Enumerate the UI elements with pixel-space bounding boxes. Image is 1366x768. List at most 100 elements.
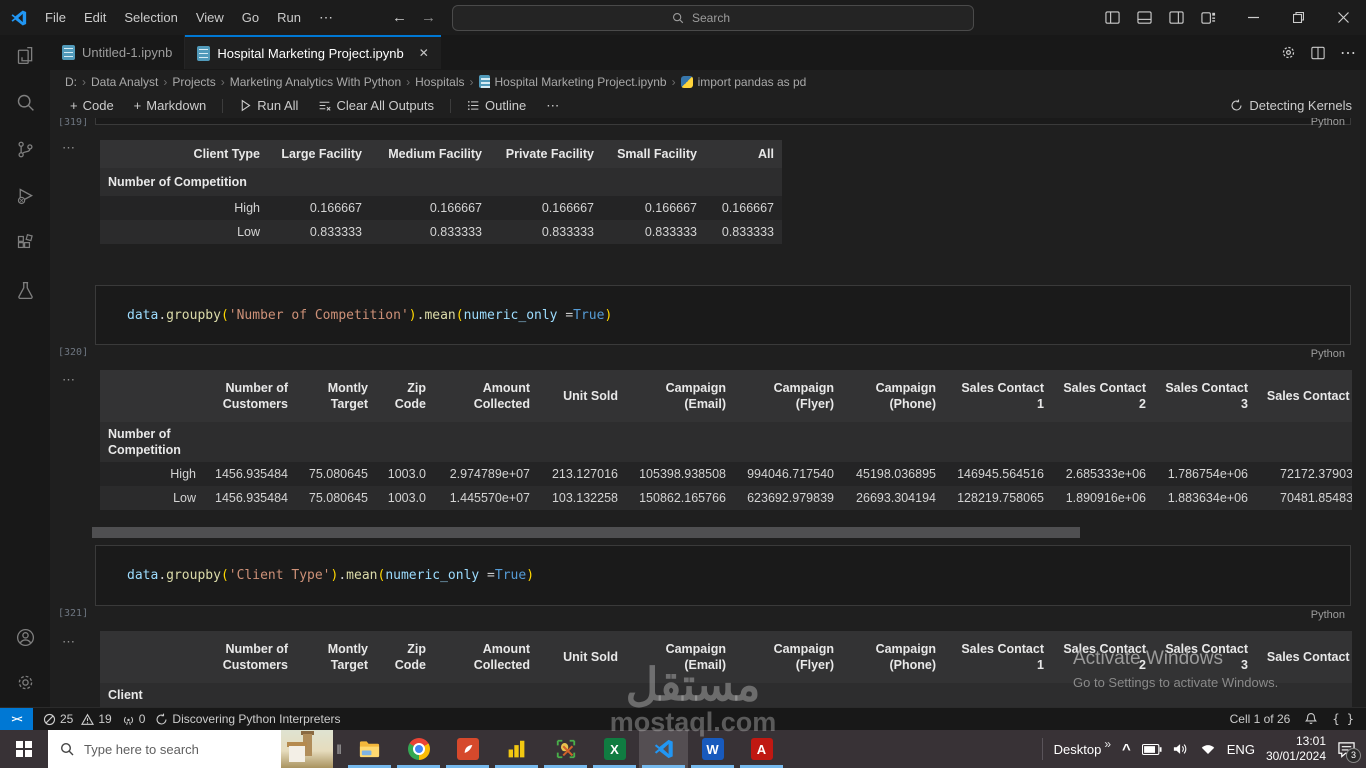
taskbar-picpick[interactable]: [541, 730, 590, 768]
split-editor-icon[interactable]: [1311, 46, 1325, 60]
menu-run[interactable]: Run: [268, 0, 310, 35]
code-line[interactable]: data.groupby('Client Type').mean(numeric…: [127, 568, 534, 583]
ports-indicator[interactable]: 0: [122, 712, 145, 726]
chevron-right-icon: ›: [163, 74, 168, 89]
breadcrumb-file[interactable]: Hospital Marketing Project.ipynb: [495, 75, 667, 89]
close-button[interactable]: [1321, 0, 1366, 35]
table-cell: 1.883634e+06: [1167, 491, 1248, 505]
settings-gear-icon[interactable]: [1281, 45, 1296, 60]
breadcrumb-item[interactable]: Hospitals: [415, 75, 464, 89]
code-cell-319-bottom[interactable]: [95, 118, 1351, 125]
toggle-sidebar-icon[interactable]: [1105, 10, 1120, 25]
menu-go[interactable]: Go: [233, 0, 268, 35]
toolbar-more-icon[interactable]: ⋯: [538, 98, 567, 114]
run-all-button[interactable]: Run All: [231, 98, 306, 113]
toggle-panel-icon[interactable]: [1137, 10, 1152, 25]
menu-view[interactable]: View: [187, 0, 233, 35]
action-center[interactable]: 3: [1337, 741, 1361, 763]
table-cell: 1456.935484: [215, 467, 288, 481]
hidden-icons-chevron[interactable]: ^: [1122, 741, 1131, 758]
taskbar-excel[interactable]: X: [590, 730, 639, 768]
tab-hospital-marketing[interactable]: Hospital Marketing Project.ipynb ✕: [185, 35, 441, 69]
outline-button[interactable]: Outline: [459, 98, 534, 113]
search-input[interactable]: [690, 10, 754, 26]
settings-gear-icon[interactable]: [15, 672, 36, 693]
cell-language-label[interactable]: Python: [1311, 118, 1345, 128]
back-arrow-icon[interactable]: ←: [392, 9, 407, 26]
accounts-icon[interactable]: [15, 627, 36, 648]
menu-more-icon[interactable]: ⋯: [310, 9, 342, 26]
wifi-icon[interactable]: [1200, 743, 1216, 756]
minimize-button[interactable]: [1231, 0, 1276, 35]
chevron-double-icon[interactable]: »: [1104, 737, 1111, 751]
horizontal-scrollbar[interactable]: [92, 527, 1080, 538]
table-cell: 0.833333: [541, 225, 594, 239]
remote-indicator[interactable]: ><: [0, 708, 33, 730]
braces-icon[interactable]: { }: [1332, 712, 1354, 726]
desktop-toolbar[interactable]: Desktop »: [1054, 737, 1111, 757]
command-center-search[interactable]: [452, 5, 974, 31]
sync-icon: [156, 713, 167, 724]
output-options-icon[interactable]: ⋯: [62, 634, 76, 650]
taskbar-search-input[interactable]: [82, 740, 281, 758]
breadcrumb-item[interactable]: Marketing Analytics With Python: [230, 75, 401, 89]
taskbar-word[interactable]: W: [688, 730, 737, 768]
taskbar-vscode-active[interactable]: [639, 730, 688, 768]
more-actions-icon[interactable]: ⋯: [1340, 43, 1356, 63]
testing-icon[interactable]: [15, 280, 36, 301]
toggle-secondary-sidebar-icon[interactable]: [1169, 10, 1184, 25]
run-debug-icon[interactable]: [15, 186, 36, 207]
taskbar-search[interactable]: [48, 730, 333, 768]
breadcrumb-item[interactable]: Data Analyst: [91, 75, 158, 89]
row-index: Low: [237, 225, 260, 239]
menu-edit[interactable]: Edit: [75, 0, 115, 35]
problems-indicator[interactable]: 25 19: [43, 712, 112, 726]
speaker-icon[interactable]: [1173, 742, 1189, 756]
clock[interactable]: 13:01 30/01/2024: [1266, 734, 1326, 764]
explorer-icon[interactable]: [15, 45, 36, 66]
taskbar-file-explorer[interactable]: [345, 730, 394, 768]
notifications-bell-icon[interactable]: [1304, 712, 1318, 726]
cell-language-label[interactable]: Python: [1311, 348, 1345, 360]
taskbar-chrome[interactable]: [394, 730, 443, 768]
breadcrumb-symbol[interactable]: import pandas as pd: [698, 75, 807, 89]
kernel-status[interactable]: Detecting Kernels: [1230, 98, 1366, 113]
code-line[interactable]: data.groupby('Number of Competition').me…: [127, 308, 612, 323]
tab-untitled[interactable]: Untitled-1.ipynb: [50, 35, 186, 69]
search-highlight-image[interactable]: [281, 730, 333, 768]
source-control-icon[interactable]: [15, 139, 36, 160]
taskbar-powerbi[interactable]: [492, 730, 541, 768]
battery-icon[interactable]: [1141, 743, 1162, 756]
python-discovery-status[interactable]: Discovering Python Interpreters: [155, 712, 340, 726]
output-options-icon[interactable]: ⋯: [62, 372, 76, 388]
column-header: Medium Facility: [370, 140, 490, 168]
extensions-icon[interactable]: [15, 233, 36, 254]
client-type-crosstab-table: Client Type Large Facility Medium Facili…: [100, 140, 782, 244]
add-code-cell-button[interactable]: + Code: [62, 98, 122, 113]
start-button[interactable]: [0, 730, 48, 768]
code-cell-321[interactable]: data.groupby('Client Type').mean(numeric…: [95, 545, 1351, 606]
output-options-icon[interactable]: ⋯: [62, 140, 76, 156]
search-sidebar-icon[interactable]: [15, 92, 36, 113]
add-markdown-cell-button[interactable]: + Markdown: [126, 98, 215, 113]
menu-selection[interactable]: Selection: [115, 0, 186, 35]
windows-taskbar: ‖ X W A Desktop »: [0, 730, 1366, 768]
taskbar-acrobat[interactable]: A: [737, 730, 786, 768]
menu-file[interactable]: File: [36, 0, 75, 35]
language-indicator[interactable]: ENG: [1227, 742, 1255, 757]
breadcrumb-item[interactable]: D:: [65, 75, 77, 89]
cell-indicator[interactable]: Cell 1 of 26: [1230, 712, 1291, 726]
breadcrumb-item[interactable]: Projects: [172, 75, 215, 89]
clear-all-outputs-button[interactable]: Clear All Outputs: [310, 98, 442, 113]
tab-close-icon[interactable]: ✕: [419, 46, 429, 60]
cell-language-label[interactable]: Python: [1311, 609, 1345, 621]
table-cell: 623692.979839: [747, 491, 834, 505]
column-header: Sales Contact 2: [1052, 370, 1154, 422]
taskbar-foxit[interactable]: [443, 730, 492, 768]
menu-bar: File Edit Selection View Go Run ⋯: [36, 0, 342, 35]
customize-layout-icon[interactable]: [1201, 10, 1216, 25]
restore-button[interactable]: [1276, 0, 1321, 35]
code-cell-320[interactable]: data.groupby('Number of Competition').me…: [95, 285, 1351, 345]
forward-arrow-icon[interactable]: →: [421, 9, 436, 26]
sync-icon: [1231, 99, 1242, 111]
